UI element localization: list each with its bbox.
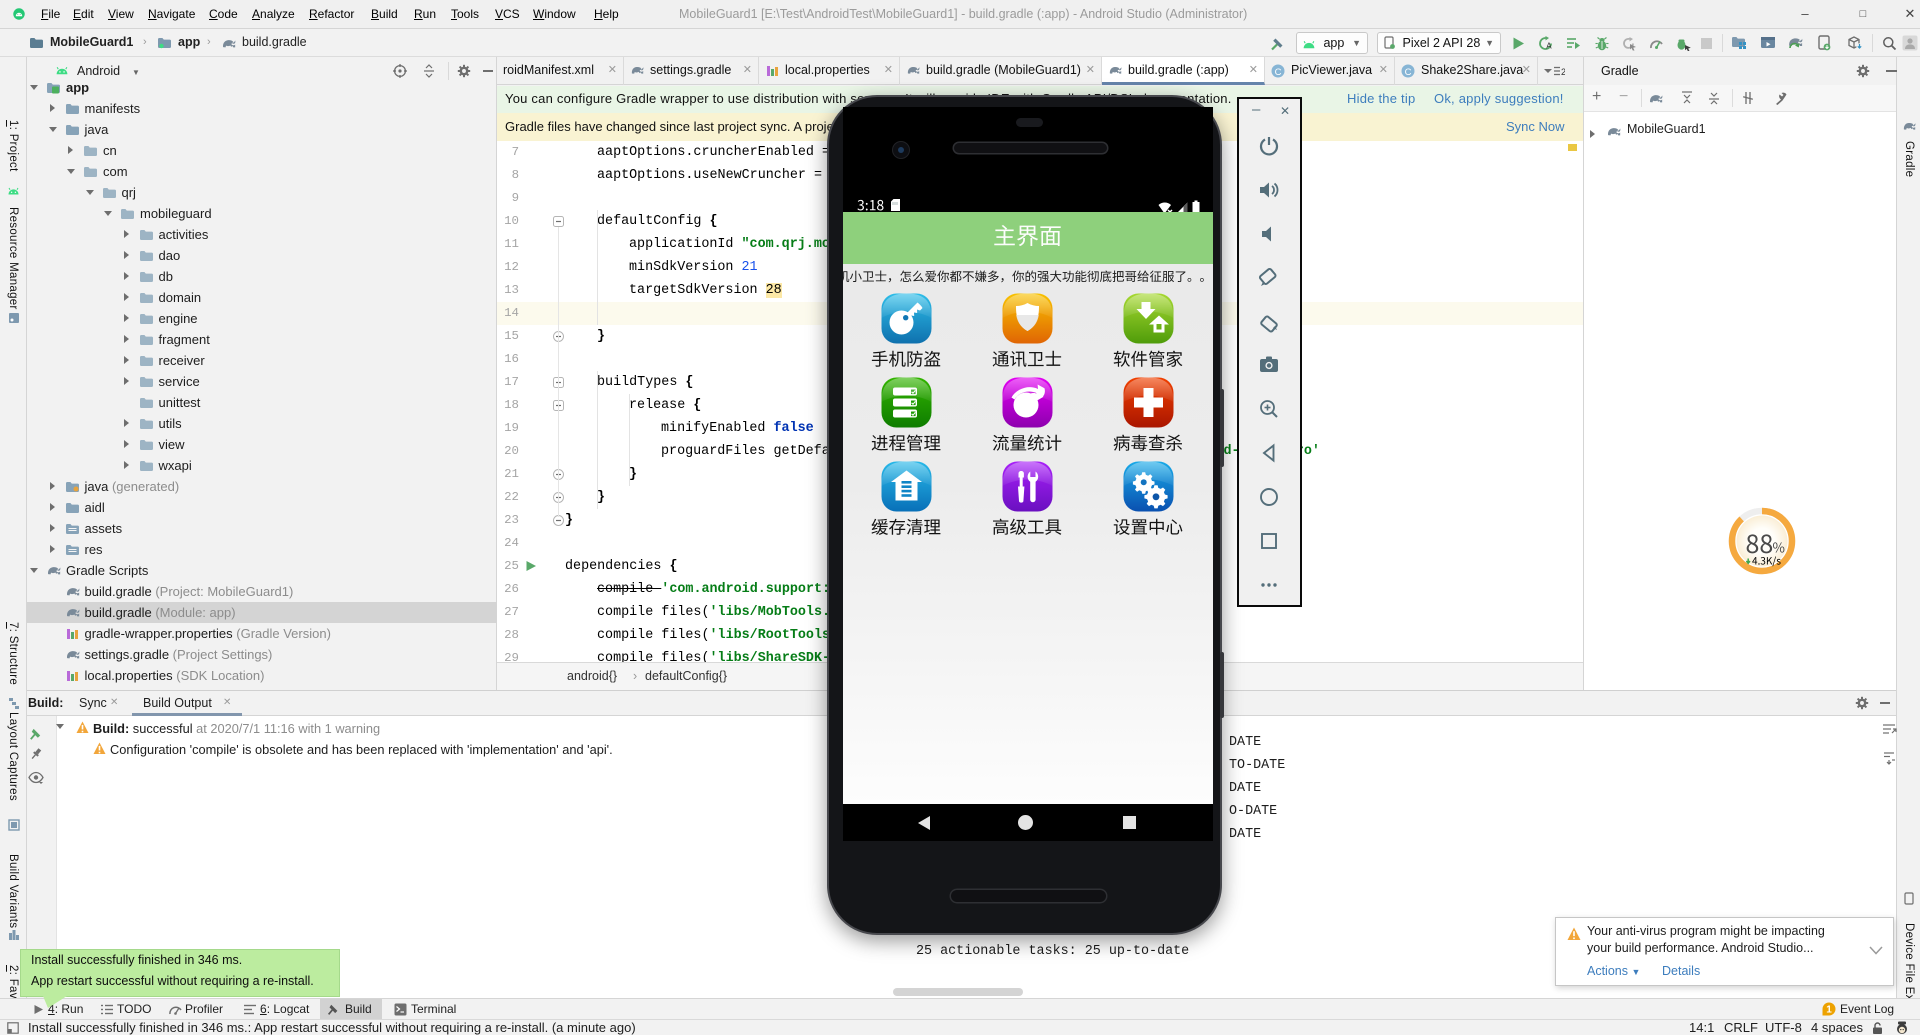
svg-text:2: 2 <box>1561 67 1565 77</box>
svg-text:1: 1 <box>1826 1005 1832 1016</box>
svg-text:C: C <box>1405 67 1412 78</box>
svg-text:C: C <box>1275 67 1282 78</box>
svg-text:A: A <box>1546 42 1552 51</box>
